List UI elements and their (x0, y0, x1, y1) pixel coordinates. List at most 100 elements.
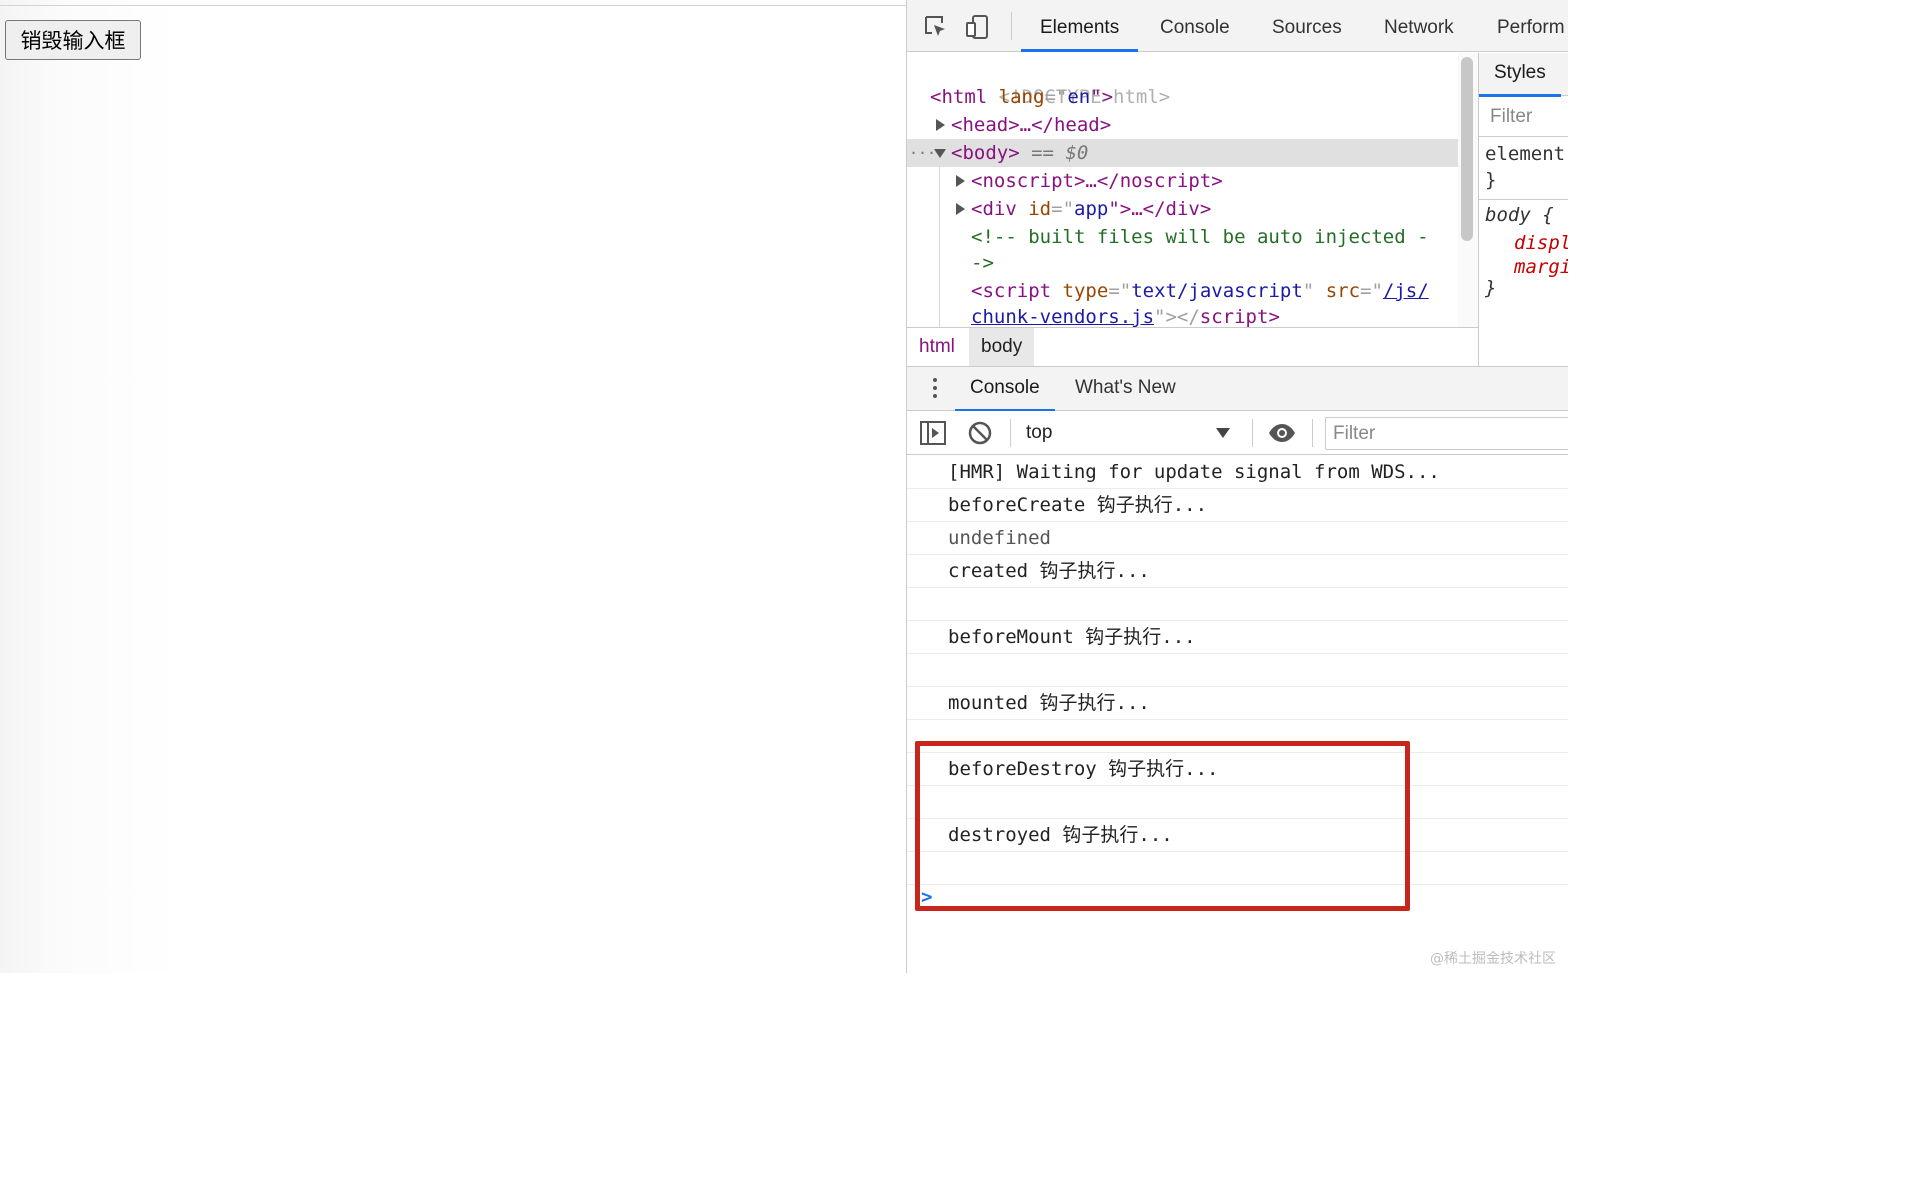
clear-console-icon[interactable] (968, 421, 992, 450)
styles-body-selector: body { (1485, 204, 1554, 226)
dom-node-head[interactable]: <head>…</head> (907, 111, 1478, 139)
console-message[interactable]: beforeDestroy 钩子执行... (907, 753, 1568, 786)
tag-bracket: < (951, 114, 963, 136)
destroy-input-button[interactable]: 销毁输入框 (5, 20, 141, 60)
tag-name: noscript (1119, 170, 1212, 192)
tag-bracket: < (971, 198, 983, 220)
tag-ellipsis: ">…</ (1108, 198, 1166, 220)
console-message[interactable]: [HMR] Waiting for update signal from WDS… (907, 456, 1568, 489)
inspect-element-icon[interactable] (923, 14, 949, 40)
collapse-triangle-icon[interactable] (934, 149, 946, 158)
attr-name: type (1062, 280, 1109, 302)
attr-value: en (1067, 86, 1091, 108)
property-name: displ (1514, 232, 1568, 254)
console-message[interactable] (907, 720, 1568, 753)
styles-filter-input[interactable]: Filter (1479, 97, 1568, 137)
console-message[interactable] (907, 654, 1568, 687)
tab-elements[interactable]: Elements (1021, 0, 1139, 52)
tab-styles[interactable]: Styles (1479, 53, 1561, 97)
console-message[interactable]: mounted 钩子执行... (907, 687, 1568, 720)
dom-node-noscript[interactable]: <noscript>…</noscript> (907, 167, 1478, 195)
attr-value: app (1074, 198, 1109, 220)
tag-bracket: < (971, 170, 983, 192)
breadcrumb-html[interactable]: html (907, 328, 967, 366)
dom-node-script[interactable]: <script type="text/javascript" src="/js/ (907, 277, 1478, 305)
console-message[interactable] (907, 786, 1568, 819)
dom-node-div-app[interactable]: <div id="app">…</div> (907, 195, 1478, 223)
expand-triangle-icon[interactable] (956, 203, 965, 215)
dom-node-doctype[interactable]: <!DOCTYPE html> (907, 55, 1478, 108)
tag-name: head (962, 114, 1009, 136)
tab-sources[interactable]: Sources (1253, 0, 1361, 51)
console-filter-input[interactable] (1325, 417, 1568, 450)
console-message[interactable] (907, 852, 1568, 885)
selected-equals: == (1019, 142, 1066, 164)
selected-ref: $0 (1065, 142, 1089, 164)
console-prompt-icon[interactable]: > (921, 886, 932, 908)
tag-name: div (982, 198, 1017, 220)
tag-name: noscript (982, 170, 1074, 192)
elements-scrollbar-thumb[interactable] (1461, 57, 1473, 241)
console-message[interactable] (907, 588, 1568, 621)
styles-brace: } (1485, 169, 1497, 191)
breadcrumb-body[interactable]: body (969, 328, 1035, 366)
devtools-panel: Elements Console Sources Network Perform… (906, 0, 1568, 973)
dropdown-arrow-icon (1216, 428, 1230, 438)
console-message[interactable]: created 钩子执行... (907, 555, 1568, 588)
tag-bracket: > (1099, 114, 1112, 136)
drawer-header: Console What's New (907, 366, 1568, 412)
context-selector[interactable]: top (1014, 411, 1244, 454)
styles-brace: } (1485, 277, 1497, 299)
toolbar-separator (1010, 419, 1011, 447)
context-label: top (1026, 422, 1053, 443)
console-message[interactable]: beforeCreate 钩子执行... (907, 489, 1568, 522)
dom-node-comment-cont[interactable]: -> (907, 249, 1478, 277)
dom-node-script-cont[interactable]: chunk-vendors.js"></script> (907, 303, 1478, 327)
drawer-tab-whats-new[interactable]: What's New (1060, 367, 1191, 411)
expand-triangle-icon[interactable] (956, 175, 965, 187)
attr-quote: " (1302, 280, 1326, 302)
page-viewport: 销毁输入框 (0, 0, 906, 973)
styles-rule-separator (1479, 199, 1568, 200)
attr-eq: =" (1108, 280, 1132, 302)
elements-dom-tree: <!DOCTYPE html> <html lang="en"> <head>…… (907, 53, 1478, 327)
tag-name: head (1053, 114, 1100, 136)
styles-element-selector: element (1485, 143, 1566, 165)
sidebar-toggle-icon[interactable] (920, 421, 946, 450)
comment-text: <!-- built files will be auto injected - (971, 226, 1429, 248)
toolbar-separator (1011, 12, 1012, 40)
expand-triangle-icon[interactable] (936, 119, 945, 131)
tag-name: html (941, 86, 988, 108)
console-message[interactable]: beforeMount 钩子执行... (907, 621, 1568, 654)
console-message[interactable]: undefined (907, 522, 1568, 555)
tab-performance[interactable]: Perform (1478, 0, 1568, 51)
viewport-top-border (0, 5, 906, 6)
tag-name: body (962, 142, 1009, 164)
toolbar-separator (1252, 419, 1253, 447)
toolbar-separator (1312, 419, 1313, 447)
dom-node-body-selected[interactable]: ··· <body> == $0 (907, 139, 1478, 167)
more-options-icon[interactable]: ··· (909, 139, 936, 167)
script-src-link[interactable]: chunk-vendors.js (971, 306, 1154, 327)
attr-name: src (1325, 280, 1361, 302)
attr-value: text/javascript (1131, 280, 1303, 302)
comment-text: -> (971, 252, 994, 274)
dom-node-comment[interactable]: <!-- built files will be auto injected - (907, 223, 1478, 251)
dom-node-html[interactable]: <html lang="en"> (907, 83, 1478, 111)
styles-tabbar: Styles (1479, 53, 1568, 97)
tag-name: div (1165, 198, 1200, 220)
script-src-link[interactable]: /js/ (1383, 280, 1429, 302)
live-expression-eye-icon[interactable] (1268, 423, 1296, 448)
attr-quote: "></ (1154, 306, 1200, 327)
device-toolbar-icon[interactable] (965, 14, 991, 40)
tag-bracket: < (930, 86, 942, 108)
tab-network[interactable]: Network (1365, 0, 1473, 51)
attr-name: lang (998, 86, 1045, 108)
tag-bracket: > (1268, 306, 1280, 327)
tab-console[interactable]: Console (1141, 0, 1249, 51)
tag-ellipsis: >…</ (1073, 170, 1120, 192)
console-message[interactable]: destroyed 钩子执行... (907, 819, 1568, 852)
attr-name: id (1028, 198, 1052, 220)
tag-bracket: < (971, 280, 983, 302)
drawer-tab-console[interactable]: Console (955, 367, 1055, 412)
